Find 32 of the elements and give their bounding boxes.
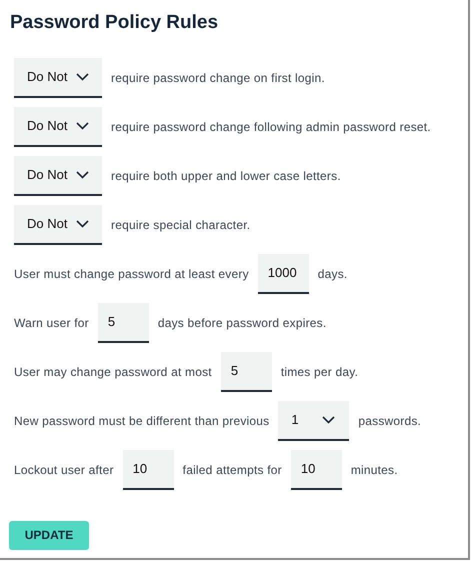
dropdown[interactable]: Do Not xyxy=(14,106,102,146)
rule-text: Warn user for xyxy=(14,314,89,332)
dropdown[interactable]: Do Not xyxy=(14,58,102,98)
rule-text: passwords. xyxy=(358,412,422,430)
dropdown[interactable]: 1 xyxy=(278,400,350,440)
dropdown[interactable]: Do Not xyxy=(14,156,102,196)
chevron-down-icon xyxy=(76,122,89,130)
rule-text: User must change password at least every xyxy=(14,266,249,282)
chevron-down-icon xyxy=(76,220,89,228)
rule-text: minutes. xyxy=(350,462,398,478)
number-input[interactable]: 1000 xyxy=(258,254,309,294)
rule-text: times per day. xyxy=(280,364,358,380)
chevron-down-icon xyxy=(76,72,89,80)
number-input[interactable]: 10 xyxy=(290,450,342,490)
page-title: Password Policy Rules xyxy=(10,11,220,35)
number-input[interactable]: 5 xyxy=(220,352,272,392)
rule-text: User may change password at most xyxy=(14,364,212,380)
rule-text: days. xyxy=(318,266,348,282)
rule-text: require special character. xyxy=(111,216,250,234)
rule-text: Lockout user after xyxy=(14,462,114,478)
rule-text: days before password expires. xyxy=(158,314,326,332)
rule-text: New password must be different than previous xyxy=(14,412,270,430)
number-input[interactable]: 10 xyxy=(122,450,174,490)
rule-text: require both upper and lower case letters. xyxy=(111,168,341,184)
dropdown[interactable]: Do Not xyxy=(14,204,102,244)
chevron-down-icon xyxy=(76,170,89,178)
update-button[interactable]: UPDATE xyxy=(9,520,89,550)
number-input[interactable]: 5 xyxy=(98,302,149,342)
rule-text: require password change following admin password reset. xyxy=(111,118,431,136)
rule-text: require password change on first login. xyxy=(111,70,325,86)
rule-text: failed attempts for xyxy=(182,462,282,478)
chevron-down-icon xyxy=(322,416,336,424)
